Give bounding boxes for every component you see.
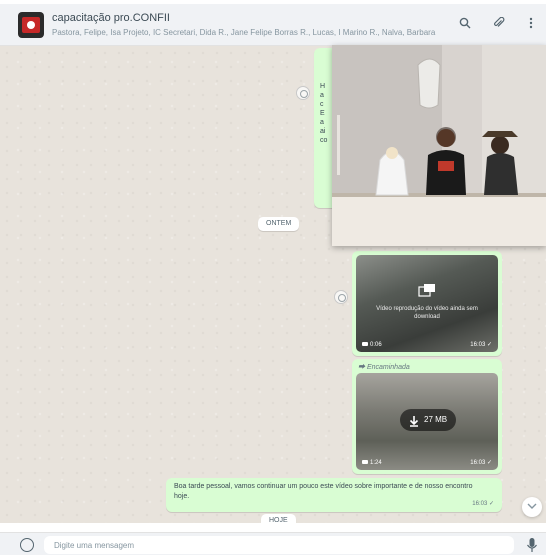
chat-members-list: Pastora, Felipe, Isa Projeto, IC Secreta… [52, 28, 436, 37]
video-thumbnail[interactable]: 27 MB 1:24 16:03 ✓ [356, 373, 498, 470]
chat-header[interactable]: capacitação pro.CONFII Pastora, Felipe, … [0, 4, 546, 46]
scroll-to-bottom-button[interactable] [522, 497, 542, 517]
video-thumbnail[interactable]: Vídeo reprodução do vídeo ainda sem down… [356, 255, 498, 352]
video-popup-player[interactable] [332, 45, 546, 246]
menu-icon[interactable] [522, 16, 540, 34]
message-input[interactable] [44, 536, 514, 554]
message-text: Boa tarde pessoal, vamos continuar um po… [174, 483, 473, 500]
date-separator: ONTEM [258, 217, 300, 231]
video-download-button[interactable]: 27 MB [400, 409, 456, 431]
message-timestamp: 16:03 ✓ [472, 501, 494, 507]
message-composer[interactable] [0, 532, 546, 555]
microphone-icon[interactable] [526, 536, 538, 554]
forward-button[interactable] [296, 86, 310, 100]
message-bubble-text[interactable]: Boa tarde pessoal, vamos continuar um po… [166, 478, 502, 512]
video-size: 27 MB [424, 415, 448, 424]
chat-title[interactable]: capacitação pro.CONFII [52, 12, 432, 26]
group-avatar[interactable] [18, 12, 44, 38]
download-icon [409, 414, 419, 432]
video-duration: 0:06 [362, 342, 382, 348]
video-frame [332, 45, 546, 246]
emoji-icon[interactable] [20, 538, 34, 552]
date-separator: HOJE [261, 514, 296, 523]
message-bubble-video[interactable]: Vídeo reprodução do vídeo ainda sem down… [352, 251, 502, 356]
download-video-icon[interactable] [418, 283, 436, 297]
forwarded-label: ⮕ Encaminhada [358, 364, 410, 371]
forward-button[interactable] [334, 290, 348, 304]
video-duration: 1:24 [362, 460, 382, 466]
message-timestamp: 16:03 ✓ [470, 342, 492, 348]
chevron-down-icon [527, 501, 537, 512]
message-timestamp: 16:03 ✓ [470, 460, 492, 466]
message-bubble-video-forwarded[interactable]: ⮕ Encaminhada 27 MB 1:24 16:03 ✓ [352, 359, 502, 474]
video-caption: Vídeo reprodução do vídeo ainda sem down… [376, 306, 478, 320]
search-icon[interactable] [456, 16, 474, 34]
attach-icon[interactable] [490, 16, 508, 34]
